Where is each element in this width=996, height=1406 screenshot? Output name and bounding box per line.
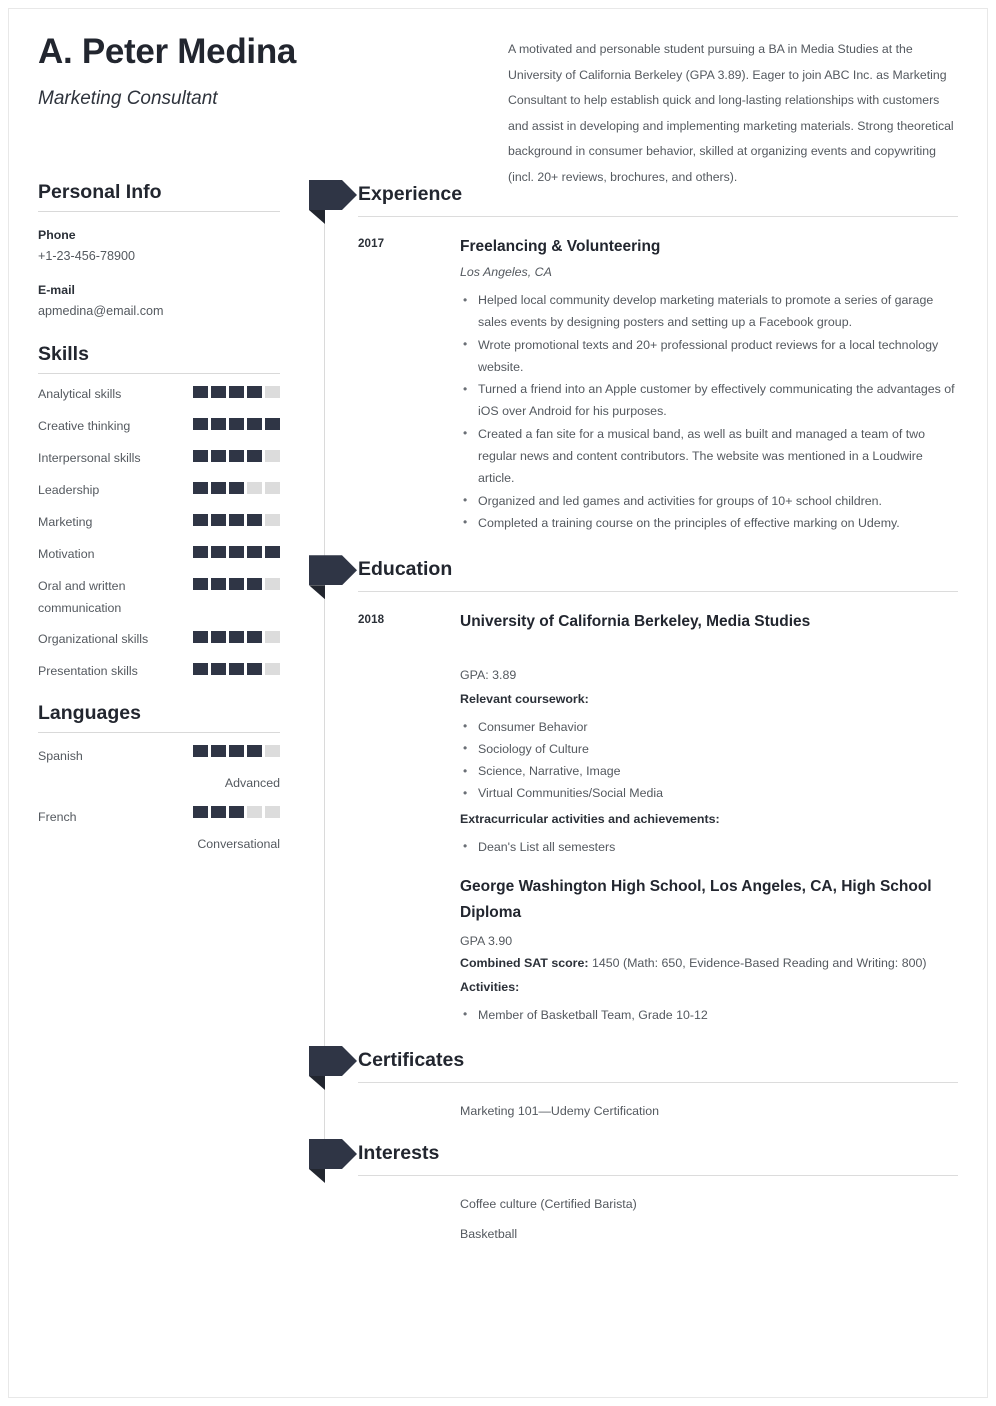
section-experience: Experience 2017 Freelancing & Volunteeri…	[0, 180, 996, 534]
experience-bullet: Created a fan site for a musical band, a…	[460, 422, 958, 490]
university-name: University of California Berkeley, Media…	[460, 613, 811, 631]
divider	[358, 1174, 958, 1176]
experience-location: Los Angeles, CA	[460, 265, 552, 279]
experience-bullet: Organized and led games and activities f…	[460, 489, 958, 512]
divider	[358, 216, 958, 217]
interests-list: Coffee culture (Certified Barista) Basket…	[460, 1193, 958, 1245]
experience-header: Experience	[0, 180, 996, 224]
resume-header: A. Peter Medina Marketing Consultant A m…	[0, 0, 996, 184]
pennant-flag-icon	[309, 180, 357, 224]
coursework-item: Virtual Communities/Social Media	[460, 782, 958, 805]
extracurricular-item: Dean's List all semesters	[460, 835, 958, 858]
candidate-job-title: Marketing Consultant	[38, 88, 218, 109]
coursework-item: Sociology of Culture	[460, 737, 958, 760]
interest-item: Basketball	[460, 1226, 518, 1241]
certificates-header: Certificates	[0, 1045, 996, 1090]
education-title: Education	[358, 558, 453, 581]
pennant-flag-icon	[309, 555, 357, 600]
coursework-label: Relevant coursework:	[460, 691, 589, 706]
experience-job-title: Freelancing & Volunteering	[460, 238, 661, 255]
section-education: Education 2018 University of California …	[0, 555, 996, 1026]
certificates-entry: Marketing 101—Udemy Certification	[0, 1100, 996, 1122]
sat-value: 1450 (Math: 650, Evidence-Based Reading …	[591, 956, 927, 971]
activities-list: Member of Basketball Team, Grade 10-12	[460, 1003, 958, 1026]
experience-bullet: Completed a training course on the princ…	[460, 511, 958, 534]
experience-bullet: Turned a friend into an Apple customer b…	[460, 378, 958, 423]
experience-title: Experience	[358, 183, 463, 205]
education-entry-university: 2018 University of California Berkeley, …	[0, 609, 996, 858]
coursework-item: Science, Narrative, Image	[460, 760, 958, 783]
divider	[358, 1081, 958, 1083]
experience-bullet: Wrote promotional texts and 20+ professi…	[460, 333, 958, 379]
experience-bullet-list: Helped local community develop marketing…	[460, 289, 958, 535]
sat-label: Combined SAT score:	[460, 956, 589, 971]
section-interests: Interests Coffee culture (Certified Bari…	[0, 1138, 996, 1245]
resume-page: A. Peter Medina Marketing Consultant A m…	[0, 0, 996, 1406]
sat-score-line: Combined SAT score: 1450 (Math: 650, Evi…	[460, 952, 958, 974]
experience-date: 2017	[358, 237, 385, 250]
university-gpa: GPA: 3.89	[460, 668, 517, 683]
interests-entry: Coffee culture (Certified Barista) Basket…	[0, 1193, 996, 1245]
interests-title: Interests	[358, 1141, 440, 1164]
pennant-flag-icon	[309, 1138, 357, 1183]
experience-bullet: Helped local community develop marketing…	[460, 289, 958, 334]
education-entry-high-school: George Washington High School, Los Angel…	[0, 874, 996, 1026]
extracurricular-label: Extracurricular activities and achieveme…	[460, 811, 720, 826]
experience-entry: 2017 Freelancing & Volunteering Los Ange…	[0, 234, 996, 534]
divider	[358, 591, 958, 593]
certificates-title: Certificates	[358, 1048, 465, 1071]
main-content: Experience 2017 Freelancing & Volunteeri…	[0, 180, 996, 1253]
certificates-list: Marketing 101—Udemy Certification	[460, 1100, 958, 1122]
high-school-name: George Washington High School, Los Angel…	[460, 878, 932, 922]
high-school-gpa: GPA 3.90	[460, 934, 513, 949]
certificate-item: Marketing 101—Udemy Certification	[460, 1103, 660, 1118]
extracurricular-list: Dean's List all semesters	[460, 835, 958, 858]
coursework-list: Consumer BehaviorSociology of CultureSci…	[460, 715, 958, 805]
section-certificates: Certificates Marketing 101—Udemy Certifi…	[0, 1045, 996, 1122]
professional-summary: A motivated and personable student pursu…	[508, 42, 954, 184]
candidate-name: A. Peter Medina	[38, 32, 297, 71]
interests-header: Interests	[0, 1138, 996, 1183]
interest-item: Coffee culture (Certified Barista)	[460, 1196, 637, 1211]
pennant-flag-icon	[309, 1045, 357, 1090]
education-date: 2018	[358, 613, 385, 627]
education-header: Education	[0, 555, 996, 600]
activity-item: Member of Basketball Team, Grade 10-12	[460, 1003, 958, 1026]
coursework-item: Consumer Behavior	[460, 715, 958, 738]
activities-label: Activities:	[460, 979, 520, 994]
